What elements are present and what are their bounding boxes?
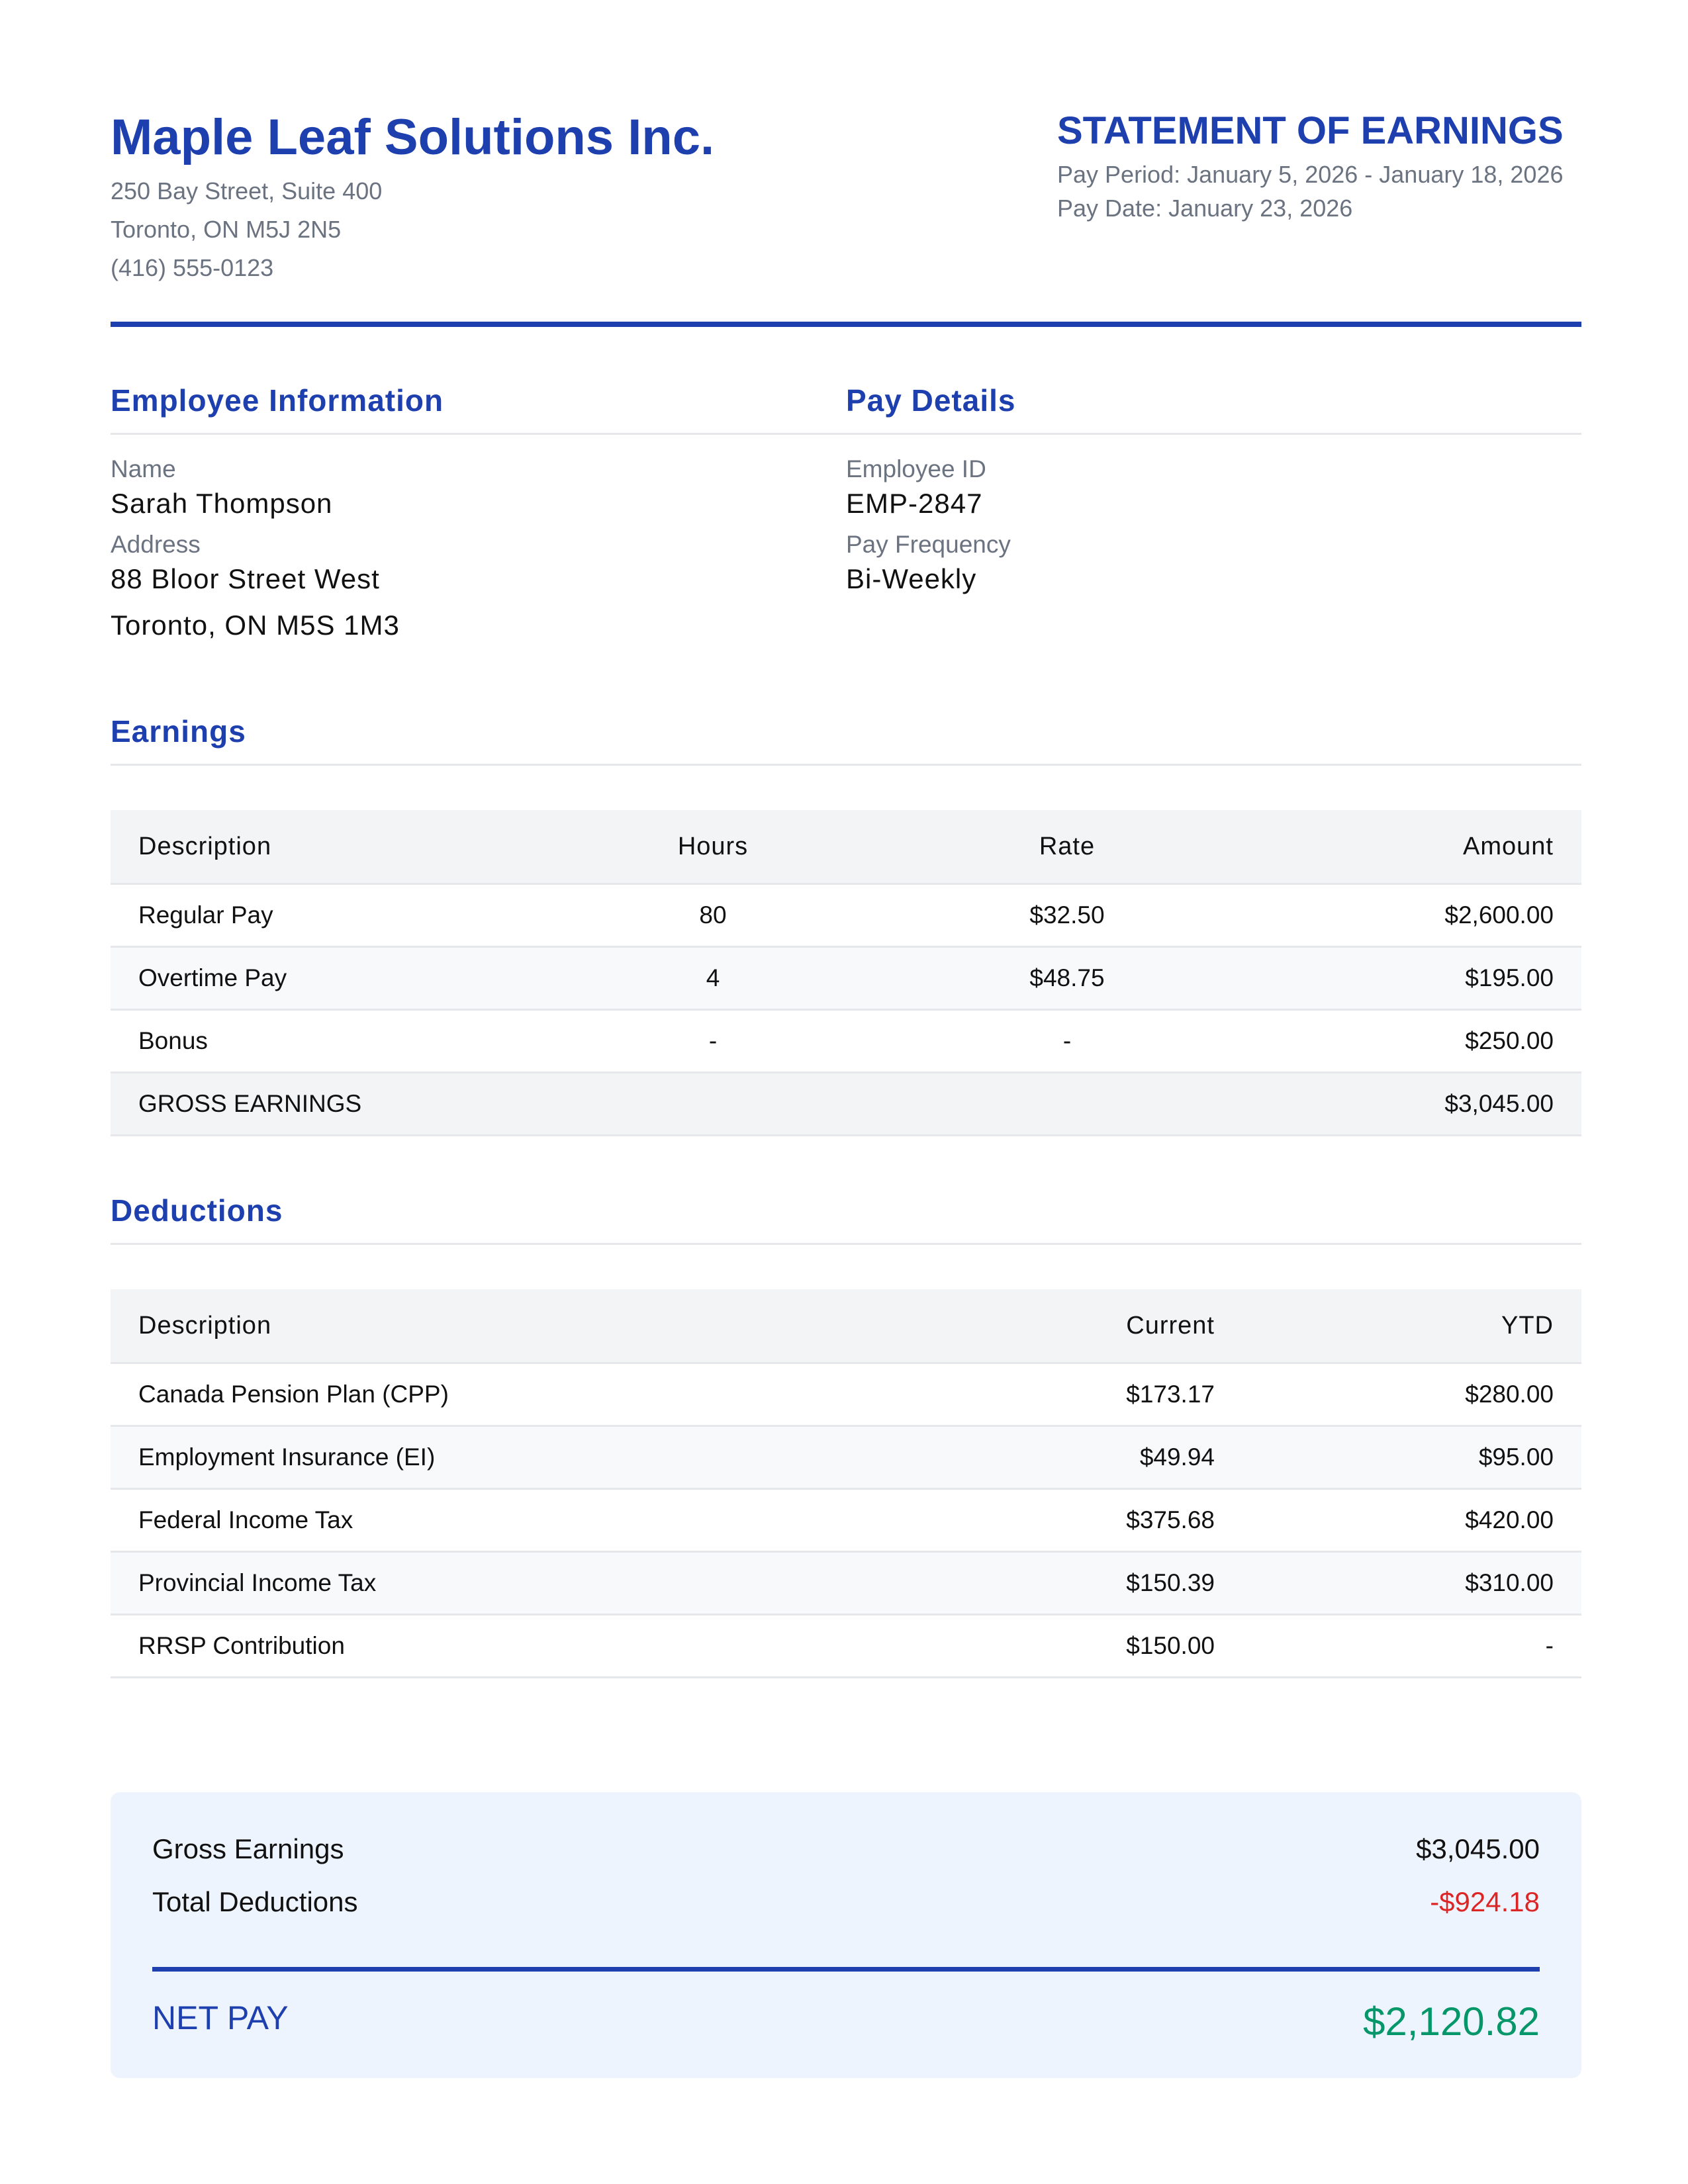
table-row: Employment Insurance (EI) $49.94 $95.00 bbox=[111, 1426, 1581, 1490]
table-cell bbox=[534, 1072, 892, 1136]
deductions-table: Description Current YTD Canada Pension P… bbox=[111, 1289, 1581, 1678]
company-phone: (416) 555-0123 bbox=[111, 254, 274, 281]
section-divider bbox=[111, 433, 846, 435]
table-cell: $375.68 bbox=[839, 1488, 1243, 1553]
employee-info-section: Employee Information Name Sarah Thompson… bbox=[111, 377, 846, 644]
table-cell: $49.94 bbox=[839, 1426, 1243, 1490]
table-cell: - bbox=[534, 1009, 892, 1073]
statement-title: STATEMENT OF EARNINGS bbox=[1057, 109, 1564, 152]
table-row: Regular Pay 80 $32.50 $2,600.00 bbox=[111, 884, 1581, 948]
column-header: Description bbox=[111, 810, 534, 885]
summary-deductions-row: Total Deductions -$924.18 bbox=[152, 1886, 1540, 1918]
address-label: Address bbox=[111, 531, 201, 558]
header-divider bbox=[111, 322, 1581, 327]
pay-frequency-label: Pay Frequency bbox=[846, 531, 1011, 558]
summary-gross-value: $3,045.00 bbox=[1416, 1833, 1540, 1864]
section-divider bbox=[846, 433, 1581, 435]
table-cell: Regular Pay bbox=[111, 884, 534, 948]
company-address-line1: 250 Bay Street, Suite 400 bbox=[111, 177, 383, 205]
table-cell: $150.39 bbox=[839, 1551, 1243, 1615]
section-divider bbox=[111, 764, 1581, 766]
pay-date: Pay Date: January 23, 2026 bbox=[1057, 195, 1353, 222]
table-cell: 4 bbox=[534, 946, 892, 1011]
table-row: Federal Income Tax $375.68 $420.00 bbox=[111, 1488, 1581, 1553]
table-cell: $250.00 bbox=[1243, 1009, 1581, 1073]
column-header: Rate bbox=[892, 810, 1243, 885]
table-cell: Canada Pension Plan (CPP) bbox=[111, 1363, 839, 1427]
table-row: Overtime Pay 4 $48.75 $195.00 bbox=[111, 946, 1581, 1011]
column-header: Hours bbox=[534, 810, 892, 885]
summary-gross-row: Gross Earnings $3,045.00 bbox=[152, 1833, 1540, 1865]
pay-details-heading: Pay Details bbox=[846, 383, 1016, 418]
net-pay-label: NET PAY bbox=[152, 1999, 289, 2036]
pay-period: Pay Period: January 5, 2026 - January 18… bbox=[1057, 161, 1564, 188]
table-cell: $95.00 bbox=[1243, 1426, 1581, 1490]
summary-deductions-label: Total Deductions bbox=[152, 1886, 358, 1917]
table-row: Bonus - - $250.00 bbox=[111, 1009, 1581, 1073]
summary-gross-label: Gross Earnings bbox=[152, 1833, 344, 1864]
table-row: RRSP Contribution $150.00 - bbox=[111, 1614, 1581, 1678]
earnings-table: Description Hours Rate Amount Regular Pa… bbox=[111, 810, 1581, 1136]
table-cell: RRSP Contribution bbox=[111, 1614, 839, 1678]
deductions-section: Deductions bbox=[111, 1187, 1581, 1245]
summary-divider bbox=[152, 1967, 1540, 1972]
table-cell: 80 bbox=[534, 884, 892, 948]
employee-id-label: Employee ID bbox=[846, 455, 986, 482]
table-cell bbox=[892, 1072, 1243, 1136]
table-cell: - bbox=[1243, 1614, 1581, 1678]
earnings-section: Earnings bbox=[111, 708, 1581, 766]
table-cell: $310.00 bbox=[1243, 1551, 1581, 1615]
employee-info-heading: Employee Information bbox=[111, 383, 444, 418]
table-cell: Federal Income Tax bbox=[111, 1488, 839, 1553]
table-header-row: Description Current YTD bbox=[111, 1289, 1581, 1364]
employee-name: Sarah Thompson bbox=[111, 488, 333, 519]
deductions-heading: Deductions bbox=[111, 1193, 283, 1228]
company-address-line2: Toronto, ON M5J 2N5 bbox=[111, 216, 342, 243]
employee-id: EMP-2847 bbox=[846, 488, 983, 519]
table-cell: $150.00 bbox=[839, 1614, 1243, 1678]
earnings-heading: Earnings bbox=[111, 714, 246, 749]
pay-statement: Maple Leaf Solutions Inc. 250 Bay Street… bbox=[0, 0, 1688, 2184]
column-header: YTD bbox=[1243, 1289, 1581, 1364]
employee-address-line2: Toronto, ON M5S 1M3 bbox=[111, 610, 400, 641]
table-cell: $280.00 bbox=[1243, 1363, 1581, 1427]
table-row: Provincial Income Tax $150.39 $310.00 bbox=[111, 1551, 1581, 1615]
employee-address-line1: 88 Bloor Street West bbox=[111, 563, 380, 594]
column-header: Description bbox=[111, 1289, 839, 1364]
name-label: Name bbox=[111, 455, 176, 482]
table-cell: Bonus bbox=[111, 1009, 534, 1073]
gross-earnings-amount: $3,045.00 bbox=[1243, 1072, 1581, 1136]
pay-details-section: Pay Details Employee ID EMP-2847 Pay Fre… bbox=[846, 377, 1581, 598]
table-header-row: Description Hours Rate Amount bbox=[111, 810, 1581, 885]
gross-earnings-label: GROSS EARNINGS bbox=[111, 1072, 534, 1136]
table-cell: $2,600.00 bbox=[1243, 884, 1581, 948]
table-cell: $32.50 bbox=[892, 884, 1243, 948]
table-cell: Employment Insurance (EI) bbox=[111, 1426, 839, 1490]
table-cell: Overtime Pay bbox=[111, 946, 534, 1011]
column-header: Current bbox=[839, 1289, 1243, 1364]
table-cell: $195.00 bbox=[1243, 946, 1581, 1011]
pay-frequency: Bi-Weekly bbox=[846, 563, 977, 594]
table-cell: Provincial Income Tax bbox=[111, 1551, 839, 1615]
statement-block: STATEMENT OF EARNINGS Pay Period: Januar… bbox=[1057, 105, 1587, 225]
summary-deductions-value: -$924.18 bbox=[1430, 1886, 1540, 1917]
section-divider bbox=[111, 1243, 1581, 1245]
table-cell: $420.00 bbox=[1243, 1488, 1581, 1553]
pay-summary: Gross Earnings $3,045.00 Total Deduction… bbox=[111, 1792, 1581, 2078]
column-header: Amount bbox=[1243, 810, 1581, 885]
table-cell: - bbox=[892, 1009, 1243, 1073]
gross-earnings-row: GROSS EARNINGS $3,045.00 bbox=[111, 1072, 1581, 1136]
table-cell: $173.17 bbox=[839, 1363, 1243, 1427]
company-name: Maple Leaf Solutions Inc. bbox=[111, 109, 715, 165]
company-block: Maple Leaf Solutions Inc. 250 Bay Street… bbox=[111, 106, 971, 287]
net-pay-value: $2,120.82 bbox=[1363, 1999, 1540, 2044]
table-cell: $48.75 bbox=[892, 946, 1243, 1011]
table-row: Canada Pension Plan (CPP) $173.17 $280.0… bbox=[111, 1363, 1581, 1427]
